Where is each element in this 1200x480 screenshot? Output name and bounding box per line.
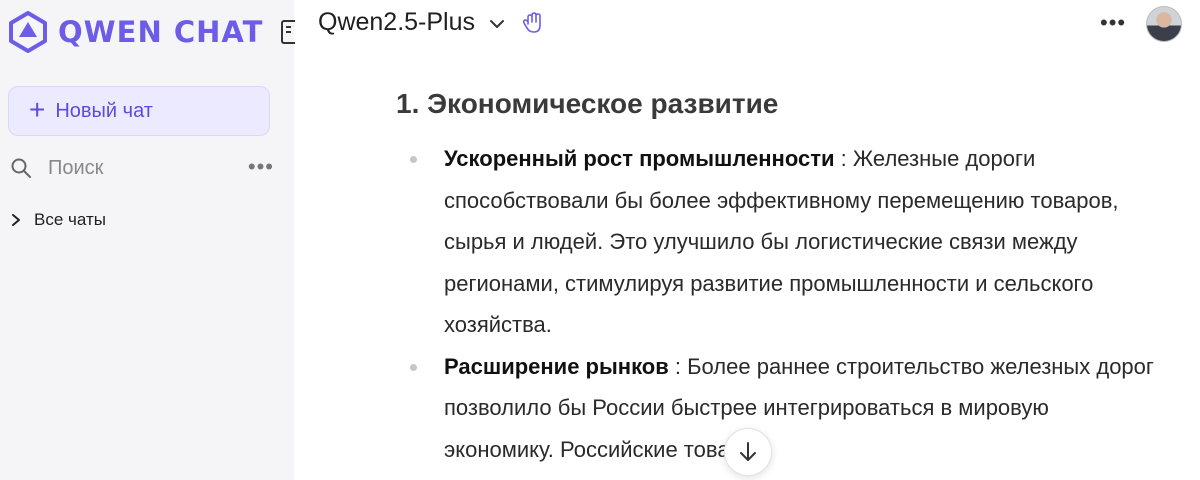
brand[interactable]: QWEN CHAT	[6, 10, 263, 54]
bullet-text: Железные дороги способствовали бы более …	[444, 146, 1119, 337]
sidebar: QWEN CHAT + Новый чат ••• Все чаты	[0, 0, 295, 480]
all-chats-toggle[interactable]: Все чаты	[10, 210, 106, 230]
chevron-right-icon	[12, 214, 20, 226]
topbar: Qwen2.5-Plus •••	[294, 0, 1200, 50]
bullet-title: Ускоренный рост промышленности	[444, 146, 835, 171]
new-chat-label: Новый чат	[55, 99, 153, 122]
search-icon	[11, 158, 31, 178]
chevron-down-icon	[490, 19, 505, 28]
arrow-down-icon	[740, 442, 756, 461]
search-row: •••	[8, 150, 274, 186]
bullet-list: Ускоренный рост промышленности : Железны…	[396, 138, 1156, 470]
avatar[interactable]	[1146, 6, 1182, 42]
list-item: Расширение рынков : Более раннее строите…	[396, 346, 1156, 471]
bullet-title: Расширение рынков	[444, 353, 669, 379]
brand-name: QWEN CHAT	[58, 15, 264, 49]
bullet-separator: :	[668, 353, 688, 379]
list-item: Ускоренный рост промышленности : Железны…	[396, 138, 1156, 346]
model-name: Qwen2.5-Plus	[318, 8, 476, 36]
new-chat-button[interactable]: + Новый чат	[8, 86, 270, 136]
model-selector[interactable]: Qwen2.5-Plus	[318, 8, 547, 37]
plus-icon: +	[29, 93, 46, 125]
app: QWEN CHAT + Новый чат ••• Все чаты Qwen2…	[0, 0, 1200, 480]
chat-main: Qwen2.5-Plus ••• 1. Экономическое развит…	[294, 0, 1200, 480]
hand-icon[interactable]	[521, 10, 547, 36]
section-heading: 1. Экономическое развитие	[396, 88, 779, 119]
qwen-logo-icon	[9, 11, 47, 53]
search-input[interactable]	[48, 156, 228, 180]
all-chats-label: Все чаты	[34, 210, 106, 229]
more-options-icon[interactable]: •••	[1100, 10, 1126, 36]
bullet-separator: :	[834, 146, 853, 171]
message-content: 1. Экономическое развитие Ускоренный рос…	[396, 88, 1156, 470]
scroll-to-bottom-button[interactable]	[724, 428, 772, 476]
sidebar-more-icon[interactable]: •••	[248, 154, 274, 180]
sidebar-toggle-icon[interactable]	[281, 20, 295, 44]
